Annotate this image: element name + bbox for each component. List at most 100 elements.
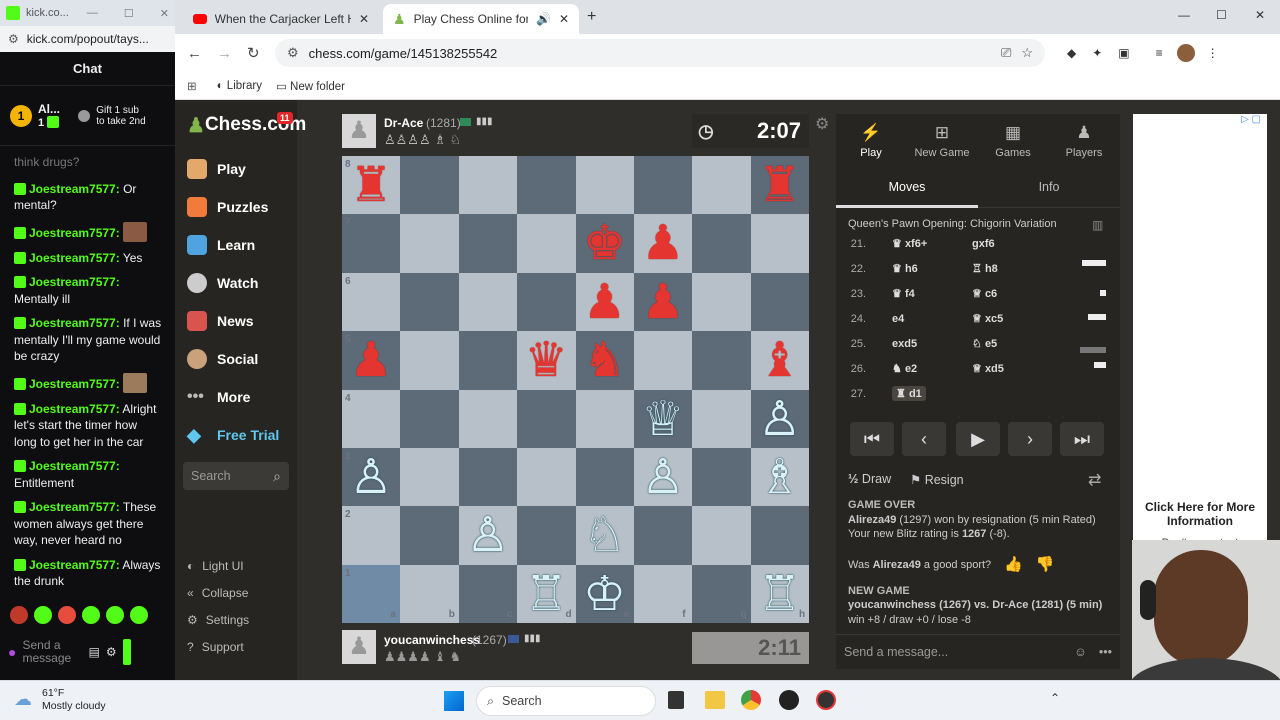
board-square-g8[interactable] (692, 156, 751, 215)
puzzle-icon[interactable]: ✦ (1092, 46, 1102, 60)
thumbs-up-icon[interactable]: 👍 (1004, 558, 1023, 573)
next-move-button[interactable]: › (1008, 422, 1052, 456)
collapse-toggle[interactable]: «Collapse (175, 579, 297, 606)
black-piece-a8[interactable]: ♜ (342, 156, 400, 214)
move-white-current[interactable]: ♜ d1 (892, 386, 926, 401)
board-square-c7[interactable] (458, 214, 518, 273)
site-info-icon[interactable]: ⚙ (8, 32, 19, 46)
forward-icon[interactable]: → (217, 45, 237, 62)
avatar[interactable]: ♟ (342, 114, 376, 148)
flip-board-icon[interactable]: ⇄ (1088, 470, 1101, 490)
subtab-moves[interactable]: Moves (836, 170, 978, 208)
sidebar-icon[interactable]: ▣ (1118, 46, 1129, 60)
resign-button[interactable]: ⚑ Resign (910, 472, 964, 487)
emote-icon[interactable] (34, 606, 52, 624)
move-white[interactable]: ♛ xf6+ (892, 237, 927, 250)
chess-board[interactable]: 8 7 6 5 4 3 2 1 a b c d e f g h ♜ ♜ ♚ ♟ ♟ ♟ ♟ ♛ ♞ ♝ ♕ ♙ ♙ ♙ ♗ ♙ ♘ ♖ ♔ ♖ (342, 156, 810, 624)
move-black[interactable]: gxf6 (972, 238, 995, 250)
board-square-d6[interactable] (517, 272, 576, 332)
thumbs-down-icon[interactable]: 👎 (1036, 558, 1055, 573)
chat-input[interactable]: Send a message (22, 639, 82, 665)
media-icon[interactable]: ≡ (1156, 46, 1163, 60)
gift-sub-button[interactable]: Gift 1 sub to take 2nd (96, 105, 146, 127)
notification-badge[interactable]: 11 (277, 112, 293, 124)
nav-free-trial[interactable]: ◆ Free Trial (175, 416, 297, 454)
board-square-b3[interactable] (400, 447, 459, 507)
bookmark-star-icon[interactable]: ☆ (1021, 45, 1033, 61)
draw-button[interactable]: ½ Draw (848, 472, 891, 486)
black-piece-h5[interactable]: ♝ (751, 331, 809, 389)
subtab-info[interactable]: Info (978, 170, 1120, 208)
board-square-b7[interactable] (400, 214, 459, 273)
board-square-c6[interactable] (458, 272, 518, 332)
audio-playing-icon[interactable]: 🔊 (536, 12, 551, 26)
move-white[interactable]: ♛ h6 (892, 262, 918, 275)
board-square-c5[interactable] (458, 331, 518, 390)
board-square-g6[interactable] (692, 272, 751, 332)
board-square-g3[interactable] (692, 447, 751, 507)
board-square-b2[interactable] (400, 506, 459, 565)
white-piece-h1[interactable]: ♖ (751, 565, 809, 623)
white-piece-e1[interactable]: ♔ (576, 565, 634, 623)
apps-icon[interactable]: ⊞ (187, 79, 197, 93)
white-piece-f4[interactable]: ♕ (634, 390, 692, 448)
board-square-g2[interactable] (692, 506, 751, 565)
new-tab-icon[interactable]: + (587, 8, 596, 26)
board-square-h6[interactable] (750, 272, 810, 332)
board-square-f2[interactable] (633, 506, 693, 565)
board-square-d8[interactable] (517, 156, 576, 215)
top-player-name[interactable]: Dr-Ace (384, 116, 423, 130)
board-square-c3[interactable] (458, 447, 518, 507)
move-black[interactable]: ♕ xc5 (972, 312, 1003, 325)
move-white[interactable]: e4 (892, 313, 904, 325)
board-square-f8[interactable] (633, 156, 693, 215)
ad-headline[interactable]: Click Here for More Information (1133, 500, 1267, 528)
board-square-e3[interactable] (575, 447, 634, 507)
bookmark-folder[interactable]: ▭ New folder (276, 79, 345, 93)
emote-icon[interactable] (10, 606, 28, 624)
board-settings-icon[interactable]: ⚙ (815, 114, 829, 134)
last-move-button[interactable]: ⏭ (1060, 422, 1104, 456)
minimize-icon[interactable]: — (1178, 8, 1190, 22)
board-square-c8[interactable] (458, 156, 518, 215)
board-square-b8[interactable] (400, 156, 459, 215)
board-square-b6[interactable] (400, 272, 459, 332)
app-icon[interactable] (816, 690, 836, 710)
adchoices-icon[interactable]: ▷ ▢ (1241, 114, 1261, 125)
more-icon[interactable]: ••• (1099, 645, 1112, 659)
nav-learn[interactable]: Learn (175, 226, 297, 264)
emote-icon[interactable] (130, 606, 148, 624)
chrome-icon[interactable] (741, 690, 761, 710)
move-black[interactable]: ♘ e5 (972, 337, 997, 350)
tab-close-icon[interactable]: ✕ (359, 12, 369, 26)
black-piece-h8[interactable]: ♜ (751, 156, 809, 214)
emote-icon[interactable] (82, 606, 100, 624)
board-square-h7[interactable] (750, 214, 810, 273)
weather-icon[interactable]: ☁ (14, 689, 32, 710)
previous-move-button[interactable]: ‹ (902, 422, 946, 456)
bottom-player-name[interactable]: youcanwinchess (384, 633, 480, 647)
address-bar[interactable]: ⚙ chess.com/game/145138255542 ⎚ ☆ (275, 39, 1045, 67)
nav-news[interactable]: News (175, 302, 297, 340)
bookmark-library[interactable]: ◐ Library (217, 80, 262, 92)
microphone-icon[interactable]: ● (8, 644, 16, 660)
board-square-c4[interactable] (458, 389, 518, 448)
nav-more[interactable]: ••• More (175, 378, 297, 416)
tab-youtube[interactable]: When the Carjacker Left His ID ✕ (183, 4, 379, 34)
back-icon[interactable]: ← (187, 45, 207, 62)
white-piece-c2[interactable]: ♙ (459, 506, 517, 564)
white-piece-e2[interactable]: ♘ (576, 506, 634, 564)
tab-new-game[interactable]: ⊞ New Game (907, 114, 977, 168)
close-icon[interactable]: ✕ (1255, 8, 1265, 22)
move-white[interactable]: ♞ e2 (892, 362, 917, 375)
site-info-icon[interactable]: ⚙ (287, 45, 299, 61)
move-black[interactable]: ♕ c6 (972, 287, 997, 300)
move-white[interactable]: ♛ f4 (892, 287, 915, 300)
play-moves-button[interactable]: ▶ (956, 422, 1000, 456)
tab-chess[interactable]: ♟ Play Chess Online for FREE 🔊 ✕ (383, 4, 579, 34)
avatar[interactable] (1176, 44, 1195, 62)
nav-puzzles[interactable]: Puzzles (175, 188, 297, 226)
white-piece-a3[interactable]: ♙ (342, 448, 400, 506)
minimize-icon[interactable]: — (87, 7, 98, 19)
black-piece-f6[interactable]: ♟ (634, 273, 692, 331)
